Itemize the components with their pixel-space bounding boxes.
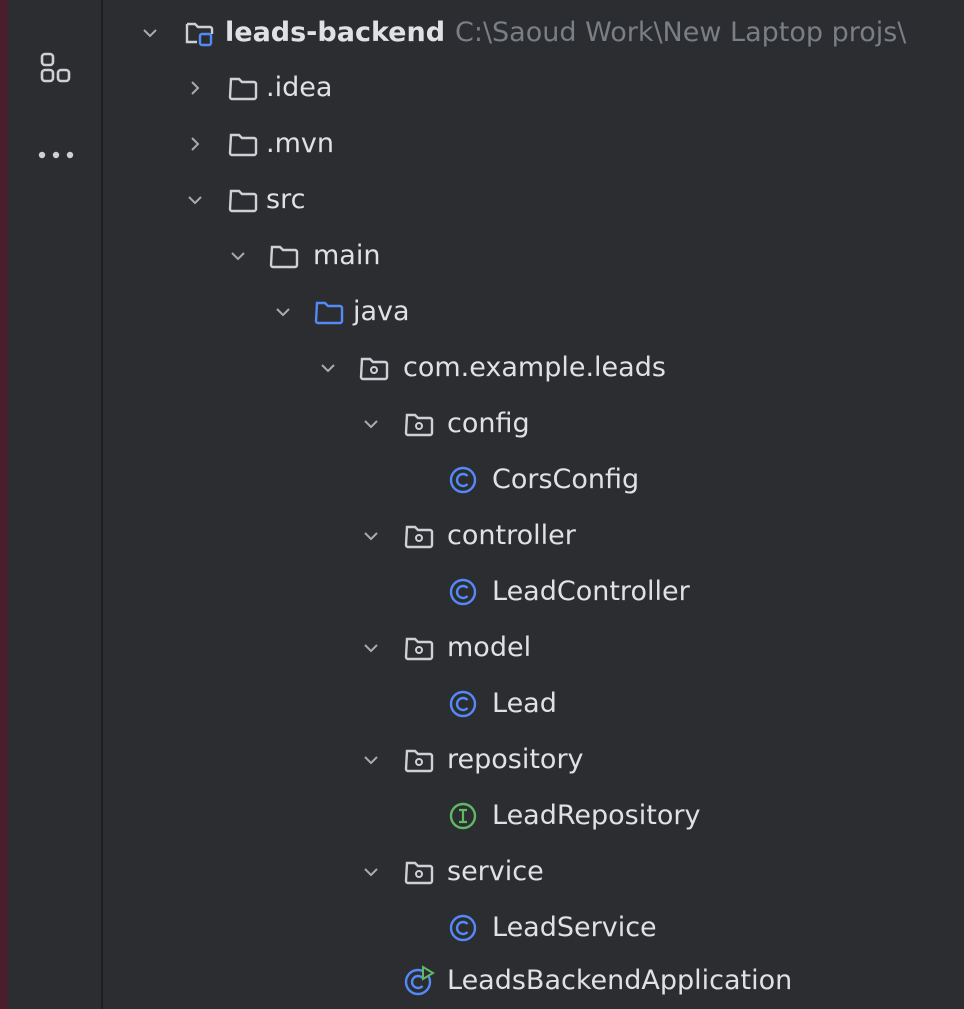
chevron-down-icon[interactable] <box>361 750 381 770</box>
chevron-down-icon[interactable] <box>361 862 381 882</box>
chevron-down-icon[interactable] <box>361 638 381 658</box>
tree-row-leadrepository[interactable]: LeadRepository <box>103 788 964 844</box>
tree-item-label: com.example.leads <box>403 352 666 383</box>
tree-row-controller[interactable]: controller <box>103 508 964 564</box>
chevron-down-icon[interactable] <box>318 358 338 378</box>
tree-item-label: model <box>447 632 532 663</box>
tree-row-lead[interactable]: Lead <box>103 676 964 732</box>
project-path: C:\Saoud Work\New Laptop projs\ <box>455 17 907 48</box>
more-icon[interactable] <box>36 135 76 175</box>
tree-item-label: LeadRepository <box>492 800 701 831</box>
class-icon <box>447 464 479 496</box>
package-icon <box>403 744 435 776</box>
module-folder-icon <box>183 17 215 49</box>
package-icon <box>403 520 435 552</box>
chevron-down-icon[interactable] <box>185 190 205 210</box>
tree-item-label: LeadService <box>492 912 657 943</box>
tree-row-main[interactable]: main <box>103 228 964 284</box>
folder-icon <box>227 72 259 104</box>
tree-row-repository[interactable]: repository <box>103 732 964 788</box>
chevron-right-icon[interactable] <box>185 134 205 154</box>
package-icon <box>403 632 435 664</box>
class-icon <box>447 688 479 720</box>
project-structure-icon[interactable] <box>36 48 76 88</box>
chevron-down-icon[interactable] <box>140 23 160 43</box>
class-icon <box>447 912 479 944</box>
tree-item-label: .idea <box>266 72 333 103</box>
tree-item-label: CorsConfig <box>492 464 640 495</box>
project-tree: leads-backend C:\Saoud Work\New Laptop p… <box>103 0 964 1009</box>
class-icon <box>447 576 479 608</box>
tree-item-label: java <box>353 296 410 327</box>
tree-item-label: LeadsBackendApplication <box>447 965 793 996</box>
tree-item-label: repository <box>447 744 584 775</box>
source-folder-icon <box>313 296 345 328</box>
tree-item-label: controller <box>447 520 576 551</box>
package-icon <box>358 352 390 384</box>
tree-item-label: src <box>266 184 306 215</box>
tree-row-src[interactable]: src <box>103 172 964 228</box>
tree-row-config[interactable]: config <box>103 396 964 452</box>
tree-row-mvn[interactable]: .mvn <box>103 116 964 172</box>
chevron-down-icon[interactable] <box>228 246 248 266</box>
application-class-icon <box>403 965 435 997</box>
tree-row-corsconfig[interactable]: CorsConfig <box>103 452 964 508</box>
folder-icon <box>227 128 259 160</box>
chevron-down-icon[interactable] <box>361 526 381 546</box>
window-left-border <box>0 0 8 1009</box>
tree-item-label: .mvn <box>266 128 334 159</box>
tree-row-java[interactable]: java <box>103 284 964 340</box>
chevron-down-icon[interactable] <box>361 414 381 434</box>
tree-row-com-example-leads[interactable]: com.example.leads <box>103 340 964 396</box>
tree-item-label: leads-backend <box>225 17 446 48</box>
tree-row-model[interactable]: model <box>103 620 964 676</box>
chevron-right-icon[interactable] <box>185 78 205 98</box>
tree-item-label: service <box>447 856 544 887</box>
tree-row-leadservice[interactable]: LeadService <box>103 900 964 956</box>
tree-item-label: config <box>447 408 530 439</box>
folder-icon <box>268 240 300 272</box>
tree-row-leads-backend[interactable]: leads-backend C:\Saoud Work\New Laptop p… <box>103 5 964 61</box>
tool-window-strip <box>8 0 103 1009</box>
package-icon <box>403 856 435 888</box>
tree-item-label: main <box>313 240 381 271</box>
tree-item-label: Lead <box>492 688 557 719</box>
folder-icon <box>227 184 259 216</box>
tree-row-leadcontroller[interactable]: LeadController <box>103 564 964 620</box>
tree-row-leadsbackendapplication[interactable]: LeadsBackendApplication <box>103 953 964 1009</box>
interface-icon <box>447 800 479 832</box>
tree-row-service[interactable]: service <box>103 844 964 900</box>
package-icon <box>403 408 435 440</box>
tree-item-label: LeadController <box>492 576 690 607</box>
chevron-down-icon[interactable] <box>273 302 293 322</box>
tree-row-idea[interactable]: .idea <box>103 60 964 116</box>
